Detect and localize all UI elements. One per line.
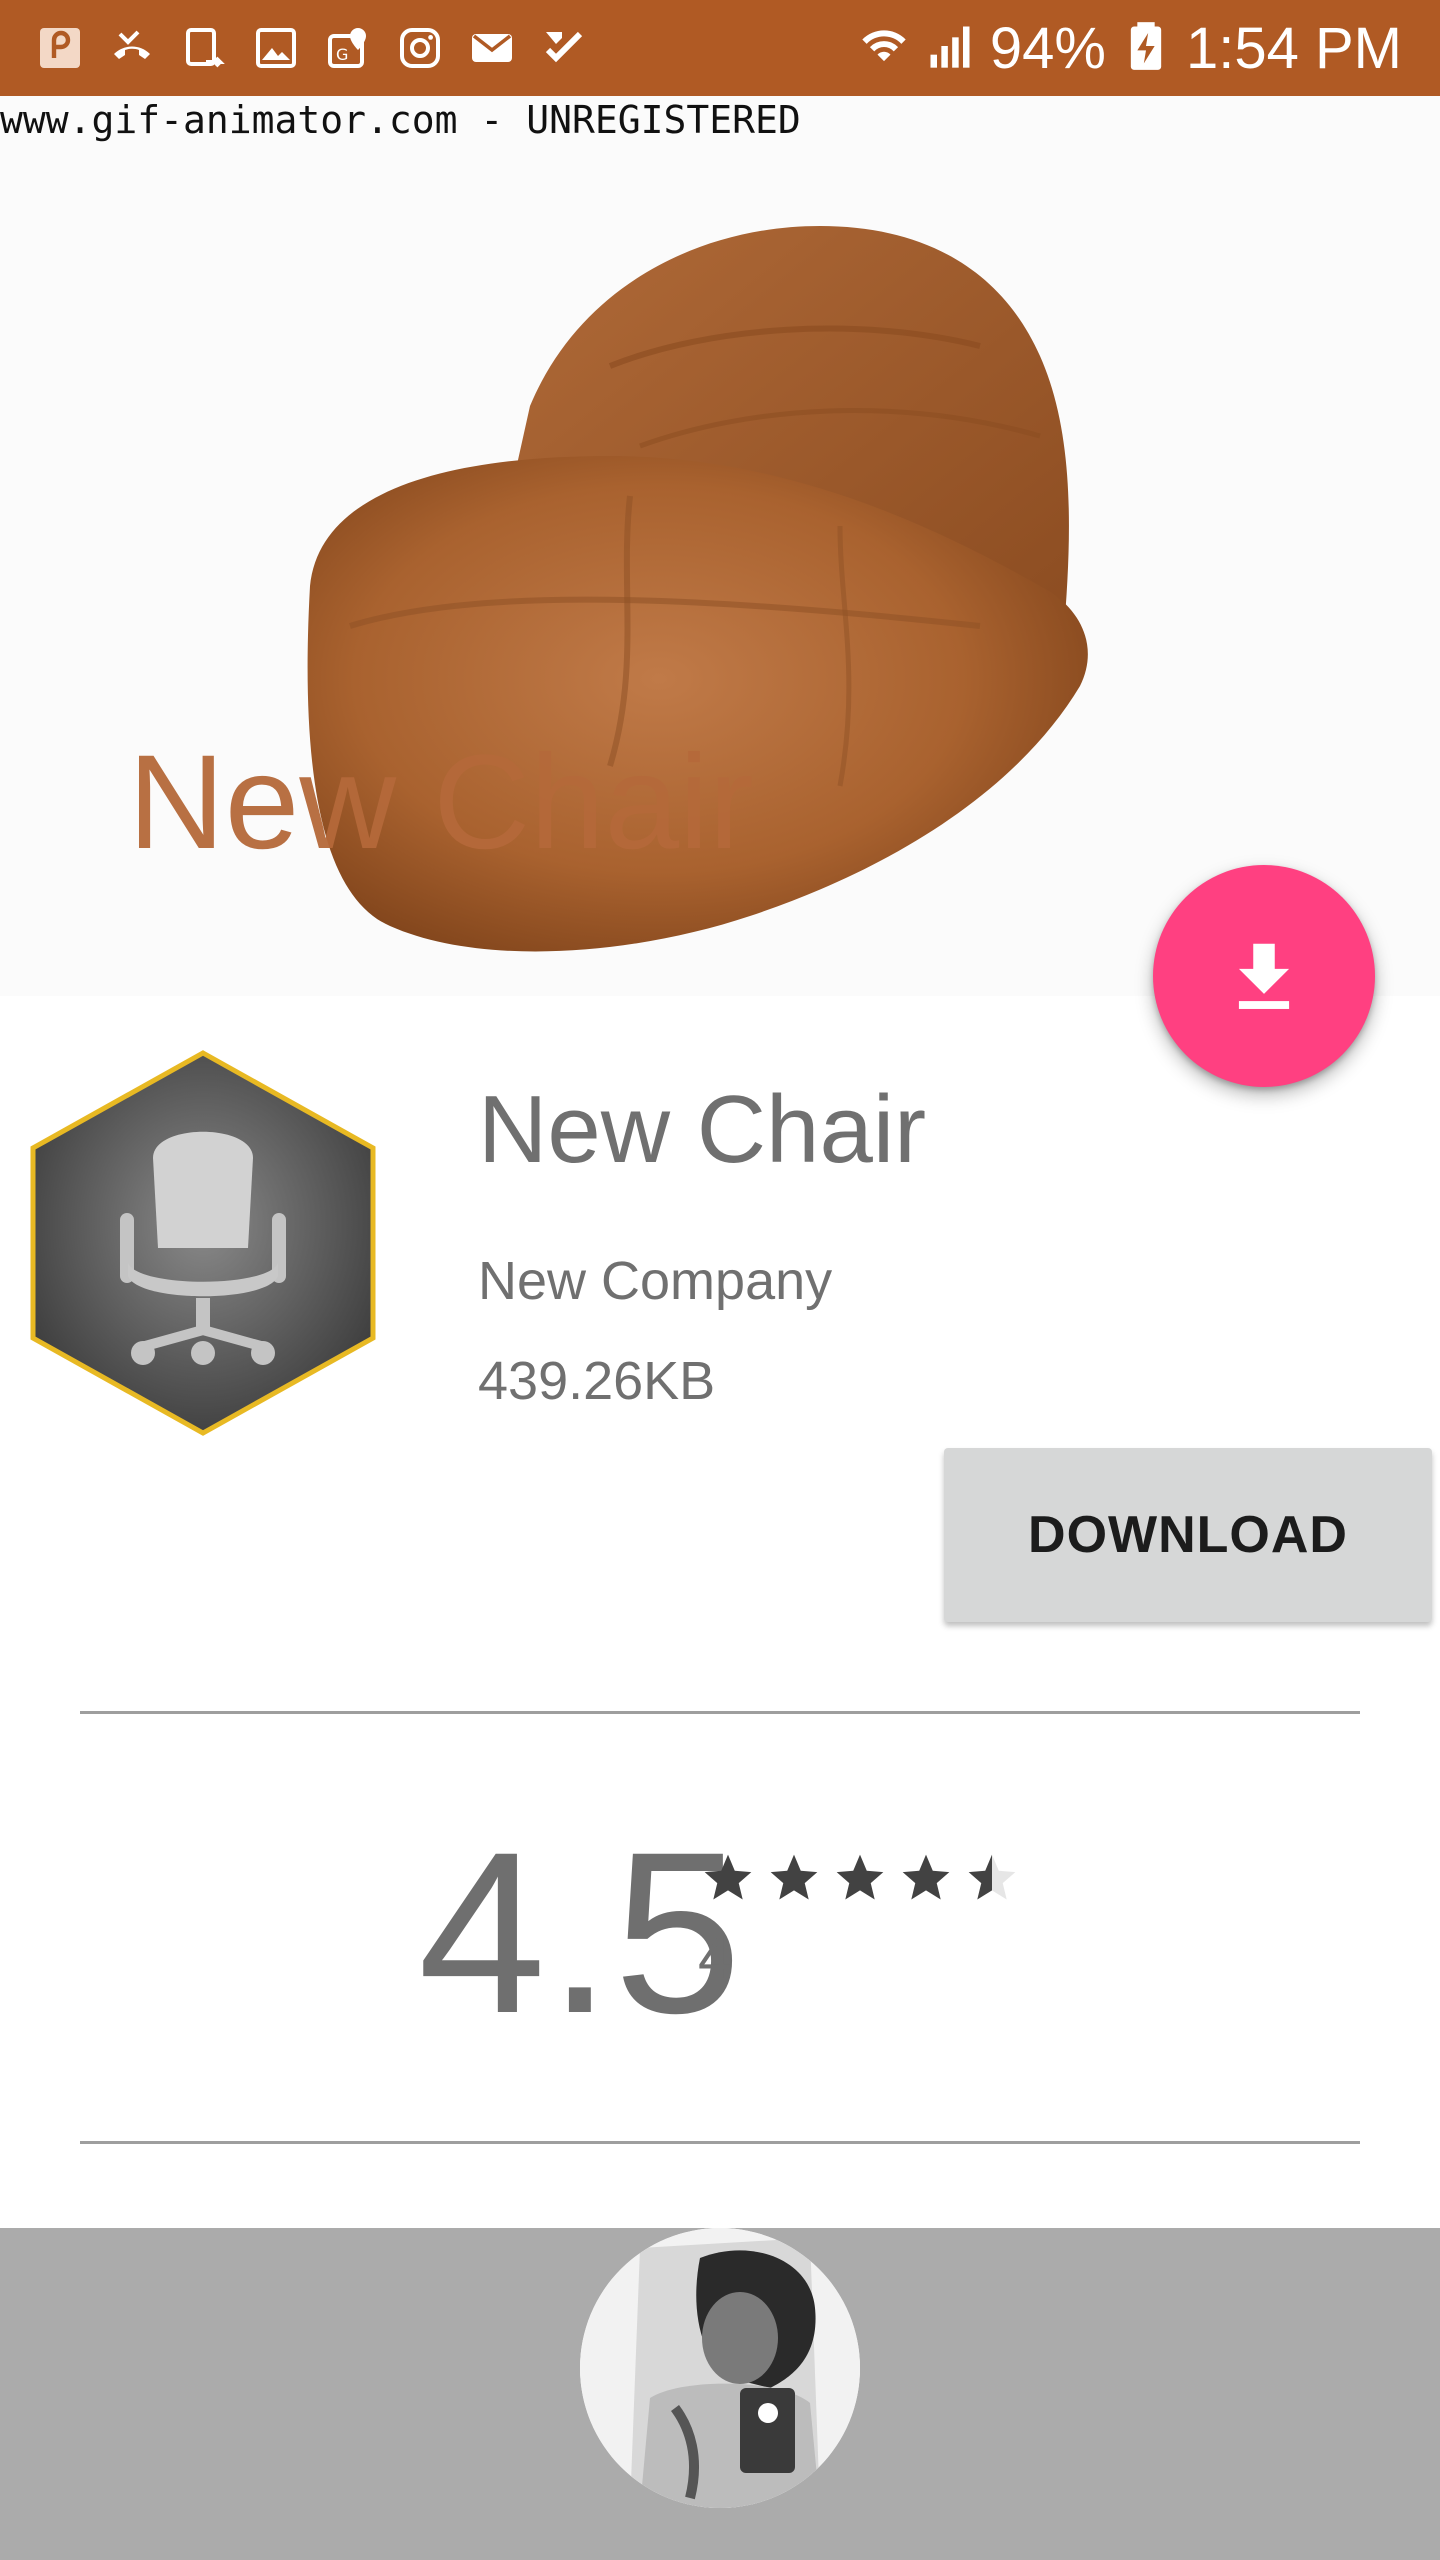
task-check-icon bbox=[538, 22, 590, 74]
status-bar-notifications: G bbox=[34, 22, 590, 74]
star-icon bbox=[898, 1850, 954, 1906]
svg-text:G: G bbox=[336, 45, 348, 64]
hero-banner: New Chair bbox=[0, 96, 1440, 996]
half-star-icon bbox=[964, 1850, 1020, 1906]
screen-rotate-icon bbox=[178, 22, 230, 74]
wifi-icon bbox=[858, 20, 910, 76]
instagram-icon bbox=[394, 22, 446, 74]
signal-icon bbox=[924, 20, 976, 76]
download-icon bbox=[1238, 943, 1290, 1009]
app-file-size: 439.26KB bbox=[478, 1351, 716, 1411]
app-p-icon bbox=[34, 22, 86, 74]
hero-title: New Chair bbox=[128, 728, 754, 877]
divider bbox=[80, 2141, 1360, 2144]
status-bar-system: 94% 1:54 PM bbox=[858, 15, 1402, 82]
user-avatar[interactable] bbox=[580, 2228, 860, 2508]
status-bar: G 94% 1:54 PM bbox=[0, 0, 1440, 96]
office-chair-hexagon-icon bbox=[30, 1050, 376, 1436]
missed-call-icon bbox=[106, 22, 158, 74]
gallery-icon bbox=[250, 22, 302, 74]
star-icon bbox=[832, 1850, 888, 1906]
gif-animator-watermark: www.gif-animator.com - UNREGISTERED bbox=[0, 98, 801, 142]
download-fab[interactable] bbox=[1153, 865, 1375, 1087]
star-icon bbox=[766, 1850, 822, 1906]
battery-charging-icon bbox=[1120, 20, 1172, 76]
maps-icon: G bbox=[322, 22, 374, 74]
rating-count: 4 bbox=[698, 1924, 732, 1991]
battery-percentage: 94% bbox=[989, 15, 1106, 81]
download-button[interactable]: DOWNLOAD bbox=[944, 1448, 1432, 1622]
app-name: New Chair bbox=[478, 1076, 927, 1183]
rating-stars bbox=[700, 1850, 1020, 1906]
rating-value: 4.5 bbox=[418, 1804, 744, 2061]
mail-icon bbox=[466, 22, 518, 74]
user-avatar-photo bbox=[580, 2228, 860, 2508]
app-company: New Company bbox=[478, 1251, 833, 1311]
status-time: 1:54 PM bbox=[1186, 15, 1402, 81]
star-icon bbox=[700, 1850, 756, 1906]
divider bbox=[80, 1711, 1360, 1714]
